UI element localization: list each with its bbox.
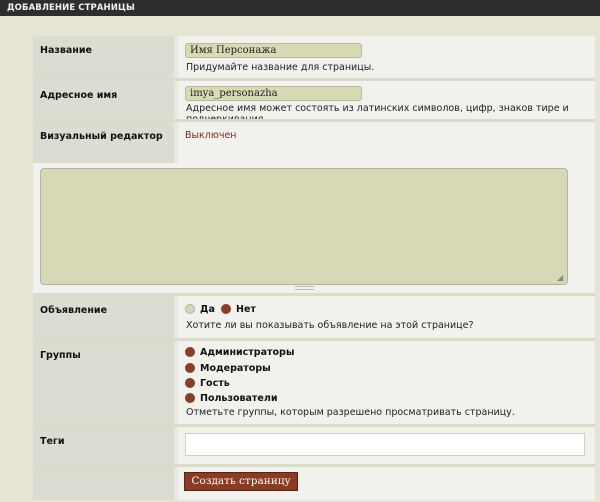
announcement-yes-radio[interactable] (185, 304, 195, 314)
group-users-label: Пользователи (200, 393, 278, 404)
slug-row: Адресное имя imya_personazha Адресное им… (33, 81, 595, 125)
group-moderators-checkbox[interactable] (185, 363, 195, 373)
name-input[interactable]: Имя Персонажа (185, 43, 362, 58)
announcement-no-label: Нет (236, 304, 256, 315)
slug-label: Адресное имя (33, 81, 176, 119)
editor-row: ◢ (33, 163, 595, 293)
tags-label: Теги (33, 427, 176, 464)
group-guest-label: Гость (200, 378, 230, 389)
group-moderators-label: Модераторы (200, 363, 271, 374)
groups-row: Группы Администраторы Модераторы Гость П… (33, 341, 595, 424)
tags-input[interactable] (185, 433, 585, 456)
group-guest-checkbox[interactable] (185, 378, 195, 388)
groups-hint: Отметьте группы, которым разрешено просм… (186, 407, 515, 418)
content-textarea[interactable]: ◢ (40, 168, 568, 285)
group-admins-checkbox[interactable] (185, 347, 195, 357)
announcement-hint: Хотите ли вы показывать объявление на эт… (186, 320, 474, 331)
group-admins-label: Администраторы (200, 347, 295, 358)
submit-row: Создать страницу (33, 467, 595, 500)
group-users-checkbox[interactable] (185, 393, 195, 403)
visual-editor-row: Визуальный редактор Выключен (33, 122, 595, 163)
slug-input[interactable]: imya_personazha (185, 86, 362, 101)
create-page-button[interactable]: Создать страницу (184, 472, 298, 491)
editor-grip-icon[interactable] (295, 286, 314, 290)
announcement-no-radio[interactable] (221, 304, 231, 314)
tags-row: Теги (33, 427, 595, 464)
announcement-row: Объявление Да Нет Хотите ли вы показыват… (33, 296, 595, 338)
groups-label: Группы (33, 341, 176, 424)
add-page-form: Название Имя Персонажа Придумайте назван… (33, 36, 595, 500)
name-hint: Придумайте название для страницы. (186, 62, 375, 73)
name-label: Название (33, 36, 176, 78)
page-title: Добавление страницы (0, 0, 600, 16)
visual-editor-toggle[interactable]: Выключен (185, 130, 237, 141)
announcement-label: Объявление (33, 296, 176, 338)
announcement-yes-label: Да (200, 304, 215, 315)
name-row: Название Имя Персонажа Придумайте назван… (33, 36, 595, 78)
visual-editor-label: Визуальный редактор (33, 122, 176, 163)
resize-handle-icon[interactable]: ◢ (557, 274, 565, 282)
